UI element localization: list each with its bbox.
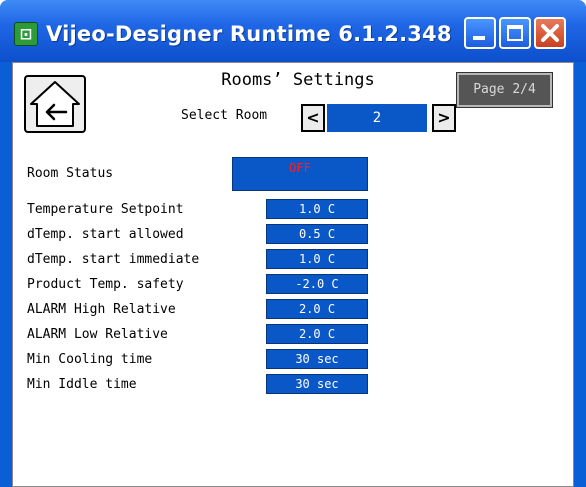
min-cooling-time-field[interactable]: 30 sec [266,349,368,369]
setting-label: Min Iddle time [27,377,137,392]
select-room-label: Select Room [181,108,268,123]
window-title: Vijeo-Designer Runtime 6.1.2.348 [46,22,452,46]
alarm-low-relative-field[interactable]: 2.0 C [266,324,368,344]
min-iddle-time-field[interactable]: 30 sec [266,374,368,394]
setting-label: dTemp. start allowed [27,227,184,242]
minimize-icon [473,36,485,40]
setting-label: ALARM High Relative [27,302,176,317]
page-indicator[interactable]: Page 2/4 [456,72,553,108]
home-button[interactable] [24,75,86,133]
app-icon: ⊡ [14,22,38,46]
setting-label: Min Cooling time [27,352,153,367]
close-button[interactable] [534,17,566,49]
title-bar[interactable]: ⊡ Vijeo-Designer Runtime 6.1.2.348 [0,0,586,62]
next-room-button[interactable]: > [432,104,456,132]
maximize-icon [507,25,523,41]
setting-label: Product Temp. safety [27,277,184,292]
minimize-button[interactable] [464,17,496,49]
maximize-button[interactable] [499,17,531,49]
app-window: ⊡ Vijeo-Designer Runtime 6.1.2.348 Rooms… [0,0,586,487]
back-arrow-icon [30,81,80,127]
client-area: Rooms’ Settings Page 2/4 Select Room < 2… [12,62,574,487]
product-temp-safety-field[interactable]: -2.0 C [266,274,368,294]
setting-label: ALARM Low Relative [27,327,168,342]
close-icon [541,24,559,42]
room-status-value: OFF [232,157,368,191]
dtemp-start-allowed-field[interactable]: 0.5 C [266,224,368,244]
page-title: Rooms’ Settings [221,70,375,90]
setting-label: dTemp. start immediate [27,252,200,267]
temperature-setpoint-field[interactable]: 1.0 C [266,199,368,219]
room-status-label: Room Status [27,166,114,181]
alarm-high-relative-field[interactable]: 2.0 C [266,299,368,319]
setting-label: Temperature Setpoint [27,202,184,217]
prev-room-button[interactable]: < [301,104,325,132]
dtemp-start-immediate-field[interactable]: 1.0 C [266,249,368,269]
room-number-field[interactable]: 2 [327,104,427,132]
